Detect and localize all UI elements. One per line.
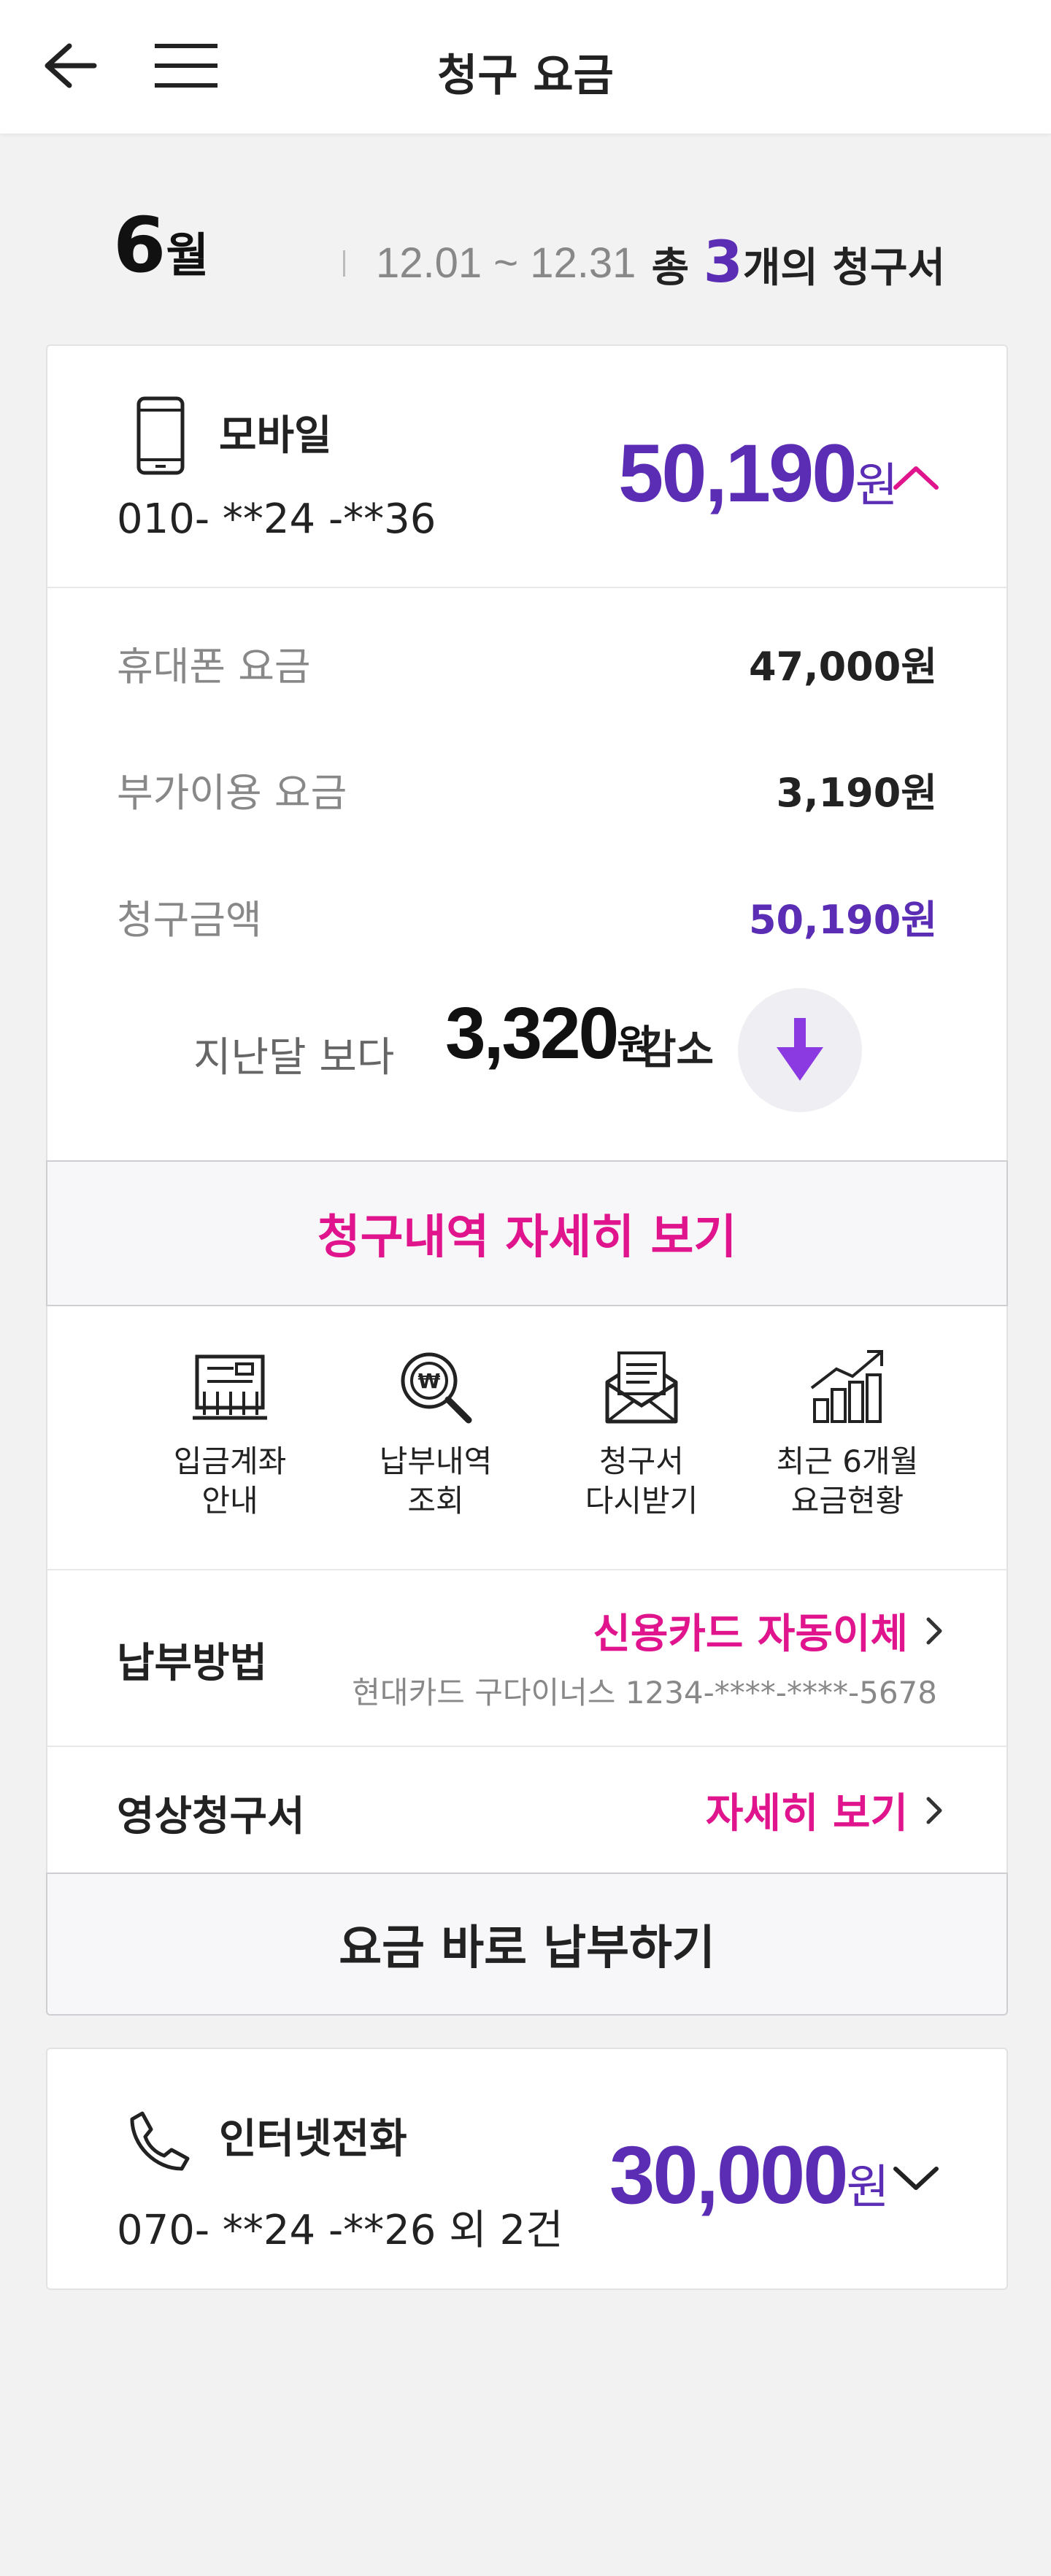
svg-text:₩: ₩ <box>418 1369 441 1393</box>
chevron-right-icon <box>926 1797 942 1824</box>
period-separator <box>343 250 345 277</box>
service-number: 010- **24 -**36 <box>117 495 436 543</box>
service-name: 인터넷전화 <box>219 2116 407 2163</box>
chevron-down-icon[interactable] <box>887 2148 945 2207</box>
quick-label: 청구서 다시받기 <box>585 1443 698 1519</box>
extra-fee-value: 3,190원 <box>776 770 938 816</box>
quick-menu: 입금계좌 안내 ₩ 납부내역 조회 청구서 다시받기 최근 6개월 요금현황 <box>47 1340 1006 1559</box>
bill-count-suffix: 개의 청구서 <box>742 244 945 292</box>
billing-period: 6월 12.01 ~ 12.31 총 3개의 청구서 <box>113 193 945 296</box>
quick-label: 입금계좌 안내 <box>173 1443 287 1519</box>
service-amount: 50,190원 <box>618 426 898 520</box>
compare-value: 3,320 <box>445 992 619 1074</box>
billed-amount-value: 50,190원 <box>748 897 937 943</box>
chevron-up-icon[interactable] <box>887 448 945 506</box>
quick-label: 납부내역 조회 <box>379 1443 493 1519</box>
quick-label: 최근 6개월 요금현황 <box>776 1443 919 1519</box>
bill-count-number: 3 <box>703 230 743 296</box>
phone-handset-icon <box>126 2108 192 2176</box>
bill-count: 총 3개의 청구서 <box>652 230 945 296</box>
service-amount: 30,000원 <box>609 2128 889 2222</box>
bar-chart-icon <box>796 1340 898 1435</box>
amount-value: 50,190 <box>618 428 858 519</box>
month-number: 6 <box>113 201 166 290</box>
month-unit: 월 <box>166 229 209 283</box>
smartphone-icon <box>135 396 186 479</box>
payment-card-info: 현대카드 구다이너스 1234-****-****-5678 <box>352 1675 937 1711</box>
quick-bank-account[interactable]: 입금계좌 안내 <box>128 1340 332 1521</box>
service-name: 모바일 <box>219 412 332 460</box>
compare-state: 감소 <box>639 1027 715 1074</box>
card-divider <box>47 587 1006 588</box>
bill-detail-button[interactable]: 청구내역 자세히 보기 <box>46 1160 1008 1306</box>
video-bill-link-label: 자세히 보기 <box>705 1790 908 1837</box>
internet-phone-bill-card: 인터넷전화 070- **24 -**26 외 2건 30,000원 <box>46 2048 1008 2290</box>
page-title: 청구 요금 <box>437 50 614 101</box>
payment-method-value: 신용카드 자동이체 <box>593 1611 908 1658</box>
card-divider <box>47 1746 1006 1747</box>
mobile-bill-card: 모바일 010- **24 -**36 50,190원 휴대폰 요금 47,00… <box>46 344 1008 2016</box>
video-bill-label: 영상청구서 <box>117 1793 305 1840</box>
bank-account-icon <box>179 1340 281 1435</box>
amount-unit: 원 <box>846 2161 890 2213</box>
compare-label: 지난달 보다 <box>193 1034 395 1081</box>
billed-amount-label: 청구금액 <box>117 897 262 943</box>
quick-six-month-chart[interactable]: 최근 6개월 요금현황 <box>745 1340 950 1521</box>
bill-count-prefix: 총 <box>651 244 704 292</box>
quick-bill-resend[interactable]: 청구서 다시받기 <box>539 1340 744 1521</box>
payment-method-link[interactable]: 신용카드 자동이체 <box>593 1601 944 1660</box>
bill-envelope-icon <box>590 1340 693 1435</box>
phone-fee-value: 47,000원 <box>748 644 937 690</box>
app-header: 청구 요금 <box>0 0 1051 134</box>
video-bill-link[interactable]: 자세히 보기 <box>706 1781 944 1840</box>
arrow-down-icon <box>738 988 862 1112</box>
billing-month[interactable]: 6월 <box>113 201 209 290</box>
chevron-right-icon <box>926 1617 942 1644</box>
amount-value: 30,000 <box>609 2129 849 2221</box>
payment-method-label: 납부방법 <box>117 1640 268 1687</box>
compare-amount: 3,320원 <box>445 992 653 1076</box>
quick-payment-history[interactable]: ₩ 납부내역 조회 <box>334 1340 538 1521</box>
payment-history-search-icon: ₩ <box>385 1340 487 1435</box>
card-divider <box>47 1569 1006 1570</box>
phone-fee-label: 휴대폰 요금 <box>117 644 311 690</box>
pay-now-button[interactable]: 요금 바로 납부하기 <box>46 1873 1008 2016</box>
extra-fee-label: 부가이용 요금 <box>117 770 347 816</box>
period-range: 12.01 ~ 12.31 <box>376 239 636 287</box>
service-number: 070- **24 -**26 외 2건 <box>117 2207 563 2254</box>
